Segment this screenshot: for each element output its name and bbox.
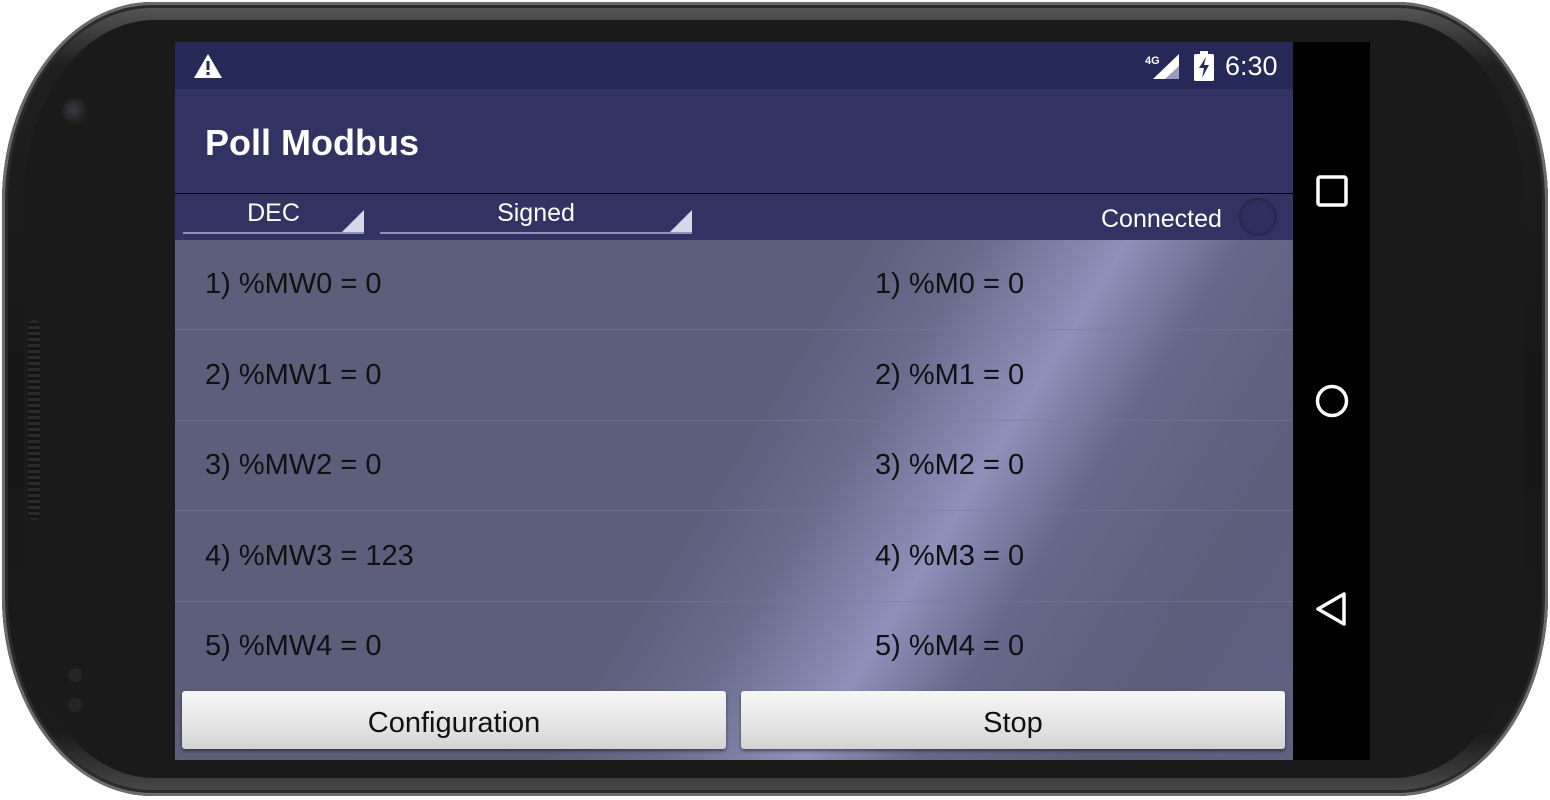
- radix-spinner-value: DEC: [247, 199, 300, 227]
- recents-icon[interactable]: [1313, 172, 1351, 210]
- list-row: 5) %MW4 = 0 5) %M4 = 0: [175, 602, 1293, 692]
- configuration-button[interactable]: Configuration: [182, 691, 726, 749]
- register-list: 1) %MW0 = 0 1) %M0 = 0 2) %MW1 = 0 2) %M…: [175, 240, 1293, 760]
- spinner-arrow-icon: [342, 210, 364, 232]
- home-icon[interactable]: [1313, 382, 1351, 420]
- status-clock: 6:30: [1225, 51, 1278, 81]
- bit-register-item[interactable]: 1) %M0 = 0: [875, 268, 1024, 301]
- radix-spinner[interactable]: DEC: [183, 198, 364, 234]
- signal-icon: 4G: [1145, 54, 1179, 79]
- word-register-item[interactable]: 3) %MW2 = 0: [205, 449, 381, 482]
- network-type-label: 4G: [1145, 55, 1160, 67]
- light-sensor: [68, 698, 82, 712]
- battery-charging-icon: [1194, 51, 1214, 81]
- app-toolbar: Poll Modbus: [175, 89, 1293, 193]
- word-register-item[interactable]: 2) %MW1 = 0: [205, 359, 381, 392]
- list-row: 3) %MW2 = 0 3) %M2 = 0: [175, 421, 1293, 511]
- app-title: Poll Modbus: [205, 122, 419, 163]
- list-row: 2) %MW1 = 0 2) %M1 = 0: [175, 331, 1293, 421]
- bit-register-item[interactable]: 2) %M1 = 0: [875, 359, 1024, 392]
- device-screen: 4G 6:30 Poll Modbus DEC Signed Connected: [175, 42, 1370, 760]
- speaker-grille: [28, 320, 40, 520]
- connection-status: Connected: [1101, 205, 1222, 233]
- word-register-item[interactable]: 5) %MW4 = 0: [205, 630, 381, 663]
- back-icon[interactable]: [1313, 590, 1351, 628]
- list-row: 1) %MW0 = 0 1) %M0 = 0: [175, 240, 1293, 330]
- warning-icon: [194, 54, 222, 78]
- status-bar: 4G 6:30: [175, 42, 1293, 89]
- word-register-item[interactable]: 4) %MW3 = 123: [205, 540, 414, 573]
- front-camera: [62, 98, 88, 124]
- app-window: 4G 6:30 Poll Modbus DEC Signed Connected: [175, 42, 1293, 760]
- list-row: 4) %MW3 = 123 4) %M3 = 0: [175, 512, 1293, 602]
- proximity-sensor: [68, 668, 82, 682]
- navigation-bar: [1293, 42, 1370, 760]
- bit-register-item[interactable]: 5) %M4 = 0: [875, 630, 1024, 663]
- bit-register-item[interactable]: 3) %M2 = 0: [875, 449, 1024, 482]
- connection-indicator: [1239, 198, 1277, 236]
- display-controls: DEC Signed Connected: [175, 194, 1293, 240]
- sign-spinner[interactable]: Signed: [380, 198, 692, 234]
- stop-button[interactable]: Stop: [741, 691, 1285, 749]
- word-register-item[interactable]: 1) %MW0 = 0: [205, 268, 381, 301]
- bit-register-item[interactable]: 4) %M3 = 0: [875, 540, 1024, 573]
- sign-spinner-value: Signed: [497, 199, 575, 227]
- spinner-arrow-icon: [670, 210, 692, 232]
